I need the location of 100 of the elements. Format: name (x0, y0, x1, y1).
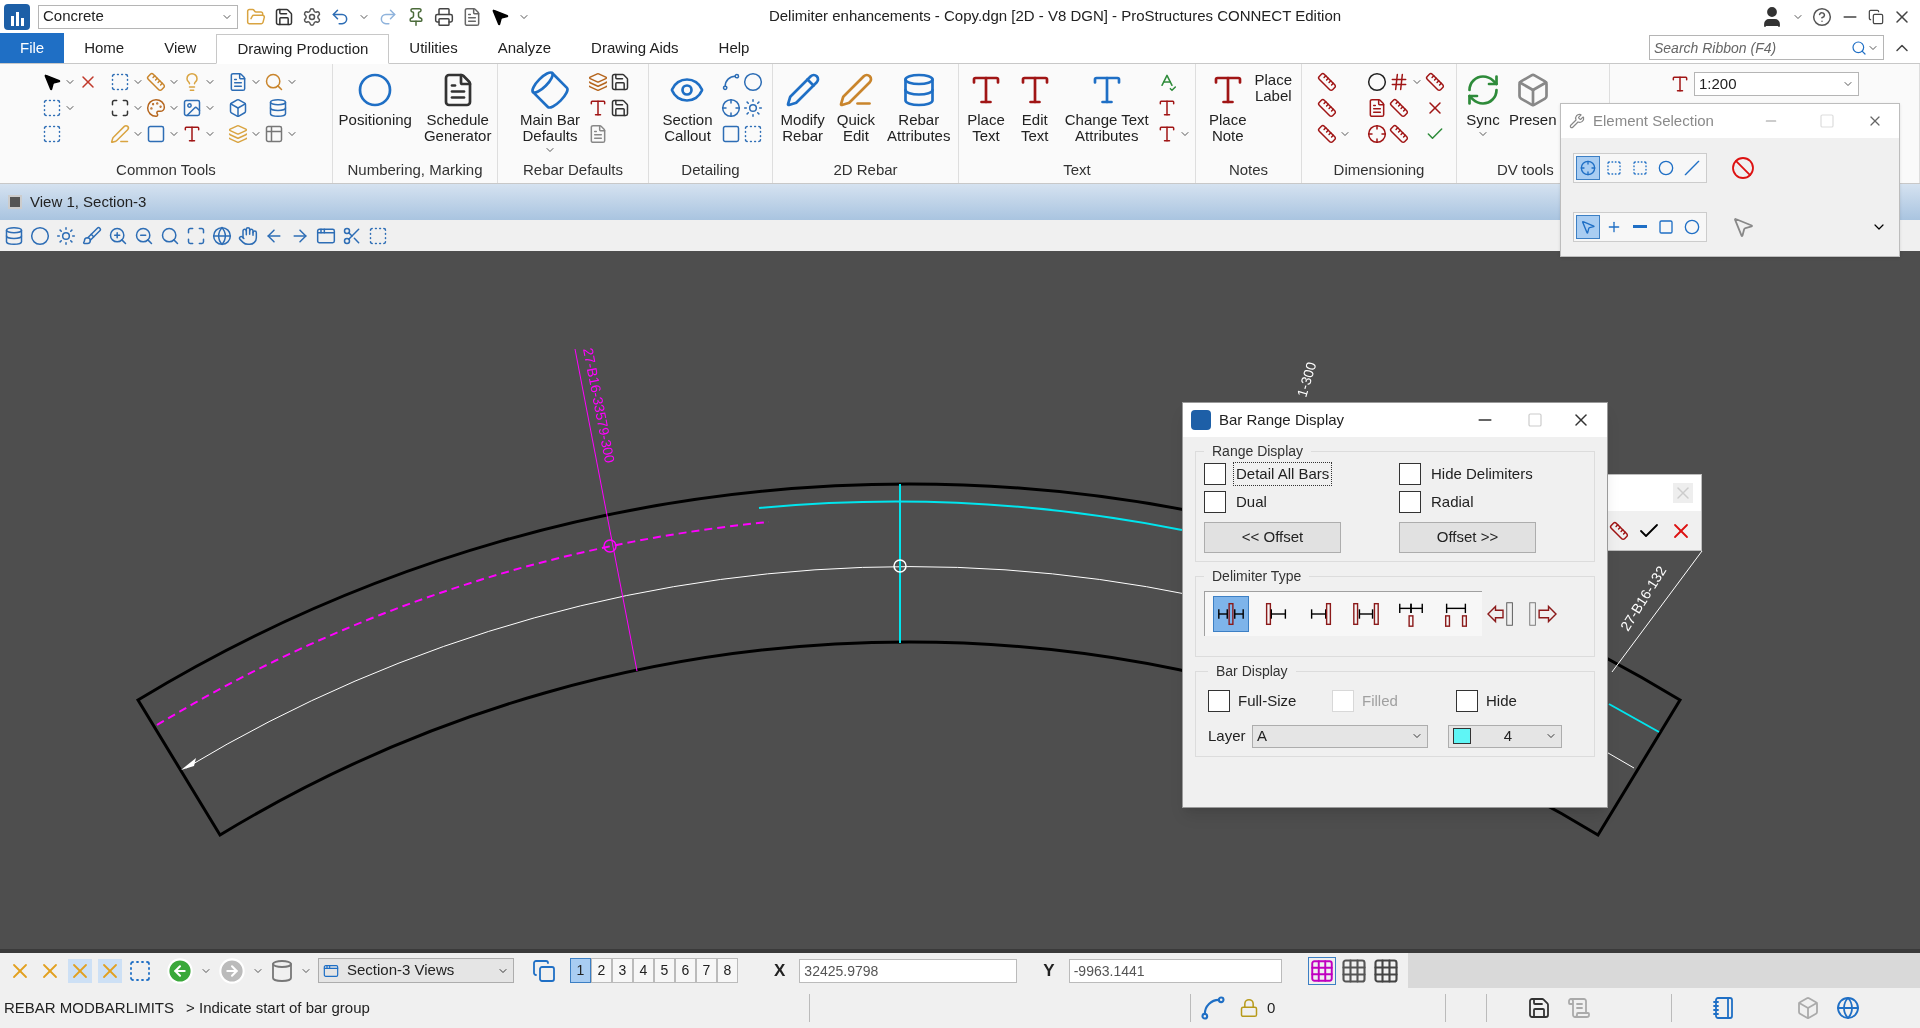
lock-icon[interactable] (1239, 998, 1260, 1018)
search-icon[interactable] (264, 72, 284, 92)
ribbon-button[interactable]: Edit Text (1012, 68, 1057, 144)
center-mark-icon[interactable] (1367, 124, 1387, 144)
pointer-icon[interactable] (42, 72, 62, 92)
ribbon-tab[interactable]: Utilities (389, 33, 478, 63)
group-label: Delimiter Type (1211, 567, 1303, 586)
view-number-button[interactable]: 2 (591, 958, 612, 983)
ribbon-tab[interactable]: File (0, 33, 65, 63)
offset-button[interactable]: << Offset (1204, 522, 1341, 553)
cube-icon[interactable] (228, 98, 248, 118)
table-icon[interactable] (264, 124, 284, 144)
ribbon-tab[interactable]: Analyze (477, 33, 572, 63)
view-number-button[interactable]: 5 (654, 958, 675, 983)
ribbon-button[interactable]: Sync (1461, 68, 1505, 140)
ribbon-button[interactable]: Place Label (1254, 68, 1293, 104)
ribbon-button[interactable]: Positioning (334, 68, 416, 128)
checkbox[interactable] (1204, 491, 1226, 513)
globe-icon[interactable] (1836, 996, 1861, 1020)
zoom-out-icon[interactable] (134, 225, 154, 246)
selection-icon[interactable] (42, 124, 62, 144)
ribbon-tab[interactable]: Help (698, 33, 770, 63)
selection-mode-button[interactable] (1576, 214, 1600, 239)
view-windows-icon[interactable] (532, 958, 556, 983)
group-label: Numbering, Marking (347, 160, 483, 180)
save-icon[interactable] (610, 72, 630, 92)
clear-selection-icon[interactable] (1731, 155, 1755, 180)
selection-icon[interactable] (42, 98, 62, 118)
ribbon-button[interactable]: Quick Edit (832, 68, 880, 144)
ribbon-button[interactable]: Section Callout (658, 68, 717, 144)
zoom-in-icon[interactable] (108, 225, 128, 246)
checkbox[interactable] (1204, 463, 1226, 485)
printer-icon[interactable] (434, 6, 454, 27)
back-icon[interactable] (166, 956, 194, 985)
window-title: Delimiter enhancements - Copy.dgn [2D - V8 DGN] - ProStructures CONNECT Edition (768, 6, 1342, 27)
ribbon-button[interactable]: Place Text (963, 68, 1009, 144)
checkbox[interactable] (1399, 491, 1421, 513)
save-as-icon[interactable] (610, 98, 630, 118)
view-number-button[interactable]: 6 (675, 958, 696, 983)
ribbon-button[interactable]: Place Note (1204, 68, 1251, 144)
disc-icon[interactable] (270, 958, 294, 983)
brush-icon[interactable] (82, 225, 102, 246)
pan-icon[interactable] (238, 225, 258, 246)
view-number-button[interactable]: 3 (612, 958, 633, 983)
coordinate-label: X (774, 959, 786, 982)
target-icon[interactable] (720, 98, 741, 118)
picture-icon[interactable] (182, 98, 202, 118)
checkbox[interactable] (1456, 690, 1478, 713)
circle-icon[interactable] (742, 72, 763, 92)
page-icon[interactable] (588, 124, 608, 144)
fit-view-icon[interactable] (186, 225, 206, 246)
delimiter-option[interactable] (1213, 596, 1249, 632)
selection-mode-button[interactable] (1576, 155, 1600, 180)
ribbon-button[interactable]: Presen (1505, 68, 1561, 128)
ribbon-button[interactable]: Change Text Attributes (1060, 68, 1153, 144)
layers-icon[interactable] (588, 72, 608, 92)
checkbox[interactable] (1208, 690, 1230, 713)
font-icon[interactable] (588, 98, 608, 118)
ribbon-tab[interactable]: Drawing Production (216, 34, 390, 64)
view-number-button[interactable]: 8 (717, 958, 738, 983)
y-coordinate-field[interactable]: -9963.1441 (1068, 958, 1282, 983)
grid-icon[interactable] (1307, 956, 1336, 985)
view-number-button[interactable]: 7 (696, 958, 717, 983)
rectangle-icon[interactable] (146, 124, 166, 144)
view-number-button[interactable]: 4 (633, 958, 654, 983)
ribbon-tab[interactable]: View (144, 33, 217, 63)
ribbon-button[interactable]: Modify Rebar (776, 68, 829, 144)
workspace-dropdown[interactable]: Concrete (38, 4, 238, 29)
checkbox[interactable] (1399, 463, 1421, 485)
text-icon[interactable] (182, 124, 202, 144)
selection-icon[interactable] (110, 72, 130, 92)
view-group-dropdown[interactable]: Section-3 Views (318, 958, 514, 983)
zoom-window-icon[interactable] (160, 225, 180, 246)
view-number-button[interactable]: 1 (570, 958, 591, 983)
grid-icon[interactable] (1371, 956, 1400, 985)
scale-dropdown[interactable]: 1:200 (1694, 72, 1859, 96)
lighting-icon[interactable] (56, 225, 76, 246)
windows-icon (323, 962, 339, 979)
checkbox-label: Radial (1430, 491, 1475, 512)
sync-icon[interactable] (1465, 72, 1501, 108)
restore-icon[interactable] (1868, 8, 1884, 25)
ribbon-button[interactable]: Rebar Attributes (883, 68, 955, 144)
save-icon[interactable] (1527, 996, 1552, 1020)
ruler-icon[interactable] (146, 72, 166, 92)
layer-dropdown[interactable]: A (1252, 724, 1428, 748)
grid-icon[interactable] (1339, 956, 1368, 985)
link-icon[interactable] (720, 72, 741, 92)
ribbon-tab[interactable]: Home (64, 33, 145, 63)
document-icon[interactable] (228, 72, 248, 92)
palette-icon[interactable] (146, 98, 166, 118)
save-icon[interactable] (274, 6, 294, 27)
ribbon-button[interactable]: Main Bar Defaults (516, 68, 584, 156)
group-label: 2D Rebar (833, 160, 898, 180)
ribbon-button[interactable]: Schedule Generator (419, 68, 496, 144)
help-icon[interactable] (1812, 6, 1832, 27)
x-coordinate-field[interactable]: 32425.9798 (799, 958, 1018, 983)
offset-button[interactable]: Offset >> (1399, 522, 1536, 553)
color-dropdown[interactable]: 4 (1448, 724, 1562, 748)
pin-icon[interactable] (406, 6, 426, 27)
ribbon-tab[interactable]: Drawing Aids (571, 33, 699, 63)
